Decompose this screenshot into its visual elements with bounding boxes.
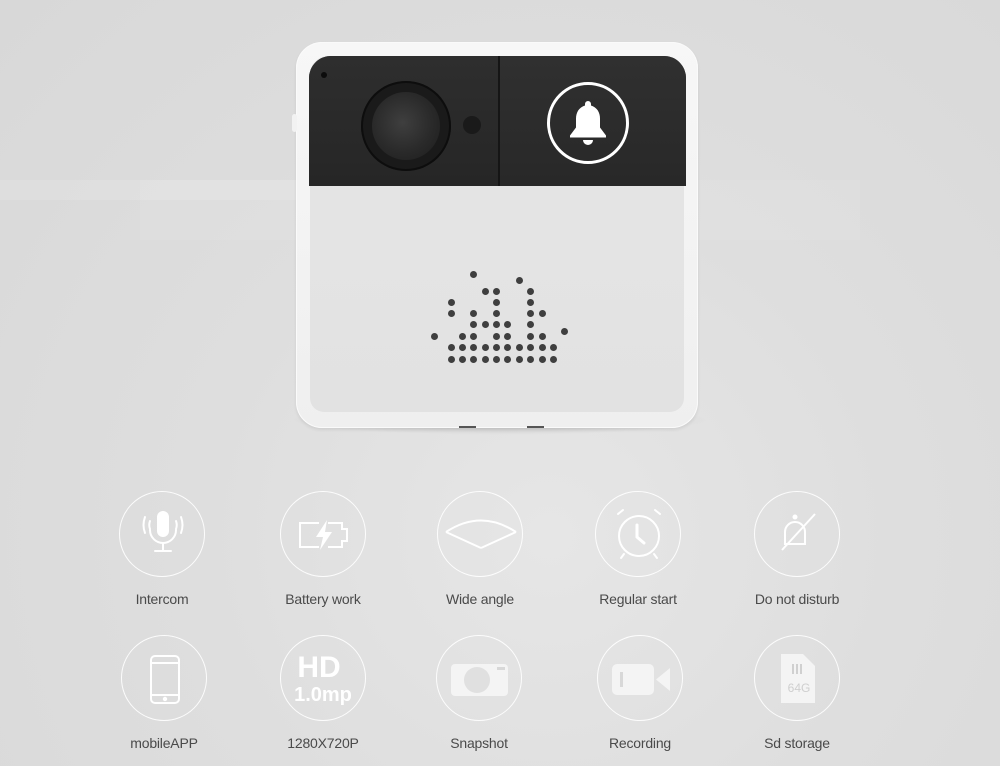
speaker-hole bbox=[492, 287, 500, 295]
speaker-hole bbox=[549, 343, 557, 351]
speaker-hole bbox=[503, 343, 511, 351]
speaker-hole bbox=[515, 343, 523, 351]
speaker-hole bbox=[458, 343, 466, 351]
speaker-hole bbox=[526, 355, 534, 363]
speaker-hole bbox=[492, 355, 500, 363]
speaker-hole bbox=[458, 355, 466, 363]
speaker-hole bbox=[526, 309, 534, 317]
speaker-hole bbox=[515, 355, 523, 363]
speaker-hole bbox=[538, 355, 546, 363]
device-foot bbox=[459, 426, 476, 428]
smartphone-icon bbox=[150, 655, 180, 704]
speaker-hole bbox=[469, 355, 477, 363]
speaker-hole bbox=[481, 355, 489, 363]
wide-angle-icon bbox=[445, 519, 517, 549]
hd-badge-bottom: 1.0mp bbox=[294, 684, 352, 706]
speaker-hole bbox=[481, 320, 489, 328]
speaker-hole bbox=[447, 298, 455, 306]
speaker-hole bbox=[526, 320, 534, 328]
feature-circle bbox=[280, 491, 366, 577]
speaker-hole bbox=[503, 355, 511, 363]
feature-label: 1280X720P bbox=[287, 735, 359, 751]
speaker-hole bbox=[549, 355, 557, 363]
speaker-hole bbox=[492, 343, 500, 351]
feature-label: Regular start bbox=[599, 591, 677, 607]
feature-intercom: Intercom bbox=[82, 491, 242, 607]
sd-card-capacity: 64G bbox=[788, 681, 811, 695]
speaker-hole bbox=[469, 332, 477, 340]
speaker-hole bbox=[538, 332, 546, 340]
feature-snapshot: Snapshot bbox=[399, 635, 559, 751]
feature-label: mobileAPP bbox=[130, 735, 198, 751]
battery-charging-icon bbox=[299, 520, 348, 550]
microphone-icon bbox=[142, 511, 184, 552]
feature-mobile-app: mobileAPP bbox=[84, 635, 244, 751]
speaker-hole bbox=[481, 287, 489, 295]
feature-circle: HD 1.0mp bbox=[280, 635, 366, 721]
speaker-hole bbox=[469, 320, 477, 328]
camera-icon bbox=[451, 664, 508, 696]
bell-off-icon bbox=[781, 513, 816, 551]
speaker-hole bbox=[492, 298, 500, 306]
speaker-hole bbox=[526, 298, 534, 306]
hd-badge-top: HD bbox=[297, 651, 340, 684]
feature-label: Battery work bbox=[285, 591, 361, 607]
video-camera-icon bbox=[612, 664, 670, 695]
feature-circle bbox=[595, 491, 681, 577]
feature-do-not-disturb: Do not disturb bbox=[717, 491, 877, 607]
feature-label: Wide angle bbox=[445, 591, 515, 607]
feature-wide-angle: Wide angle bbox=[400, 491, 560, 607]
feature-circle: 64G bbox=[754, 635, 840, 721]
feature-label: Snapshot bbox=[450, 735, 508, 751]
speaker-hole bbox=[481, 343, 489, 351]
speaker-hole bbox=[447, 309, 455, 317]
feature-battery-work: Battery work bbox=[243, 491, 403, 607]
speaker-hole bbox=[492, 332, 500, 340]
speaker-hole bbox=[430, 332, 438, 340]
feature-circle bbox=[119, 491, 205, 577]
speaker-hole bbox=[526, 332, 534, 340]
feature-circle bbox=[754, 491, 840, 577]
speaker-hole bbox=[538, 343, 546, 351]
speaker-grille bbox=[296, 42, 698, 428]
sd-card-icon: 64G bbox=[781, 654, 815, 703]
speaker-hole bbox=[515, 276, 523, 284]
hd-icon: HD 1.0mp bbox=[294, 651, 352, 706]
alarm-clock-icon bbox=[617, 509, 661, 559]
speaker-hole bbox=[526, 287, 534, 295]
speaker-hole bbox=[526, 343, 534, 351]
speaker-hole bbox=[458, 332, 466, 340]
speaker-hole bbox=[503, 320, 511, 328]
speaker-hole bbox=[492, 320, 500, 328]
speaker-hole bbox=[469, 343, 477, 351]
speaker-hole bbox=[447, 355, 455, 363]
feature-circle bbox=[597, 635, 683, 721]
feature-label: Do not disturb bbox=[754, 591, 840, 607]
feature-label: Intercom bbox=[135, 591, 189, 607]
speaker-hole bbox=[447, 343, 455, 351]
feature-sd-storage: 64G Sd storage bbox=[717, 635, 877, 751]
speaker-hole bbox=[469, 270, 477, 278]
feature-regular-start: Regular start bbox=[558, 491, 718, 607]
feature-label: Sd storage bbox=[764, 735, 830, 751]
speaker-hole bbox=[560, 327, 568, 335]
speaker-hole bbox=[469, 309, 477, 317]
feature-circle bbox=[436, 635, 522, 721]
feature-recording: Recording bbox=[560, 635, 720, 751]
feature-label: Recording bbox=[608, 735, 671, 751]
device-foot bbox=[527, 426, 544, 428]
feature-resolution: HD 1.0mp 1280X720P bbox=[243, 635, 403, 751]
feature-circle bbox=[437, 491, 523, 577]
doorbell-device bbox=[292, 42, 698, 428]
speaker-hole bbox=[492, 309, 500, 317]
speaker-hole bbox=[503, 332, 511, 340]
feature-circle bbox=[121, 635, 207, 721]
speaker-hole bbox=[538, 309, 546, 317]
